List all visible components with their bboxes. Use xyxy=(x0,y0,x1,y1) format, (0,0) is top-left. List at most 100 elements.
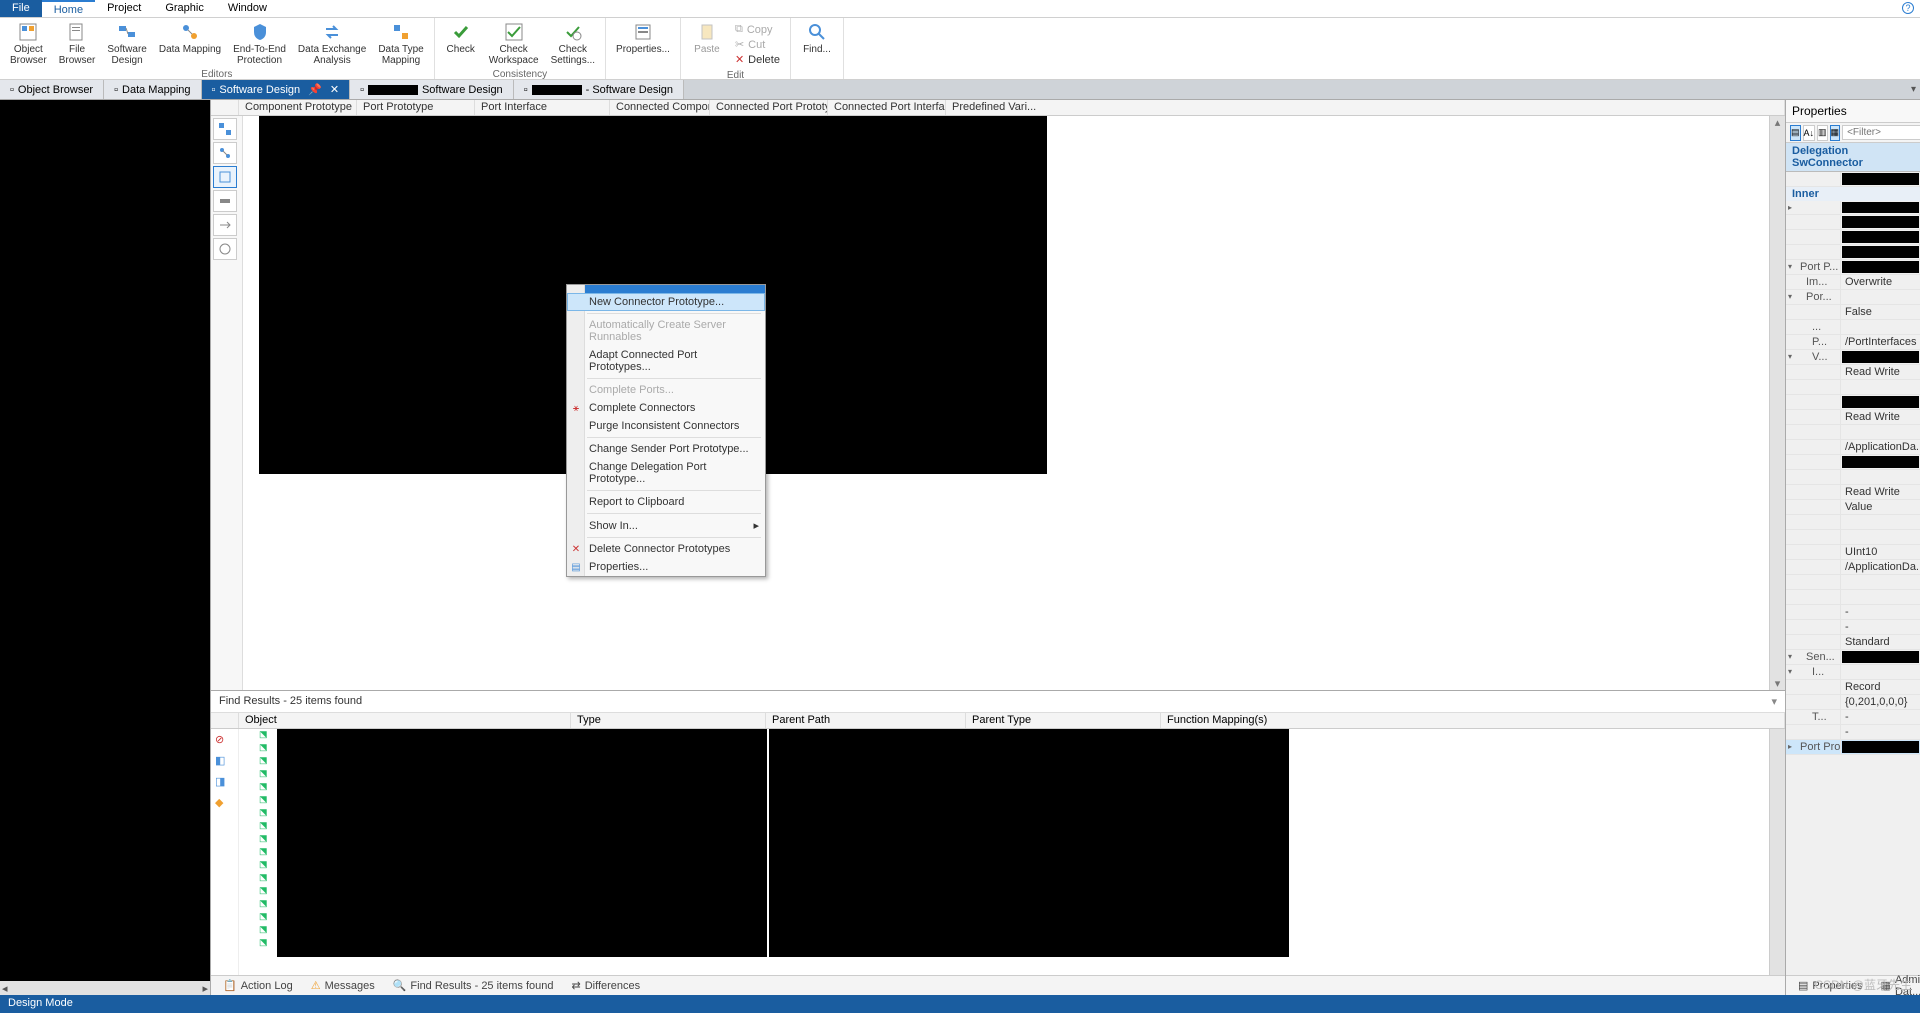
find-col-parent-path[interactable]: Parent Path xyxy=(766,713,966,728)
menu-file[interactable]: File xyxy=(0,0,42,17)
find-col-fn-mapping[interactable]: Function Mapping(s) xyxy=(1161,713,1785,728)
expand-icon[interactable]: ▾ xyxy=(1788,292,1792,301)
data-exchange-button[interactable]: Data Exchange Analysis xyxy=(292,20,372,68)
properties-grid[interactable]: Inner ▸ ▾Port P... Im...Overwrite ▾Por..… xyxy=(1786,172,1920,975)
prop-value[interactable]: - xyxy=(1841,725,1920,739)
prop-value[interactable] xyxy=(1841,515,1920,529)
scroll-left-icon[interactable]: ◂ xyxy=(2,982,8,995)
prop-value[interactable]: Standard xyxy=(1841,635,1920,649)
find-scrollbar-vertical[interactable] xyxy=(1769,729,1785,975)
tab-action-log[interactable]: 📋Action Log xyxy=(215,977,301,994)
tab-find-results[interactable]: 🔍Find Results - 25 items found xyxy=(385,977,562,994)
prop-value[interactable]: Overwrite xyxy=(1841,275,1920,289)
tool-btn-4[interactable] xyxy=(213,190,237,212)
expand-icon[interactable]: ▸ xyxy=(1788,203,1792,212)
menu-window[interactable]: Window xyxy=(216,0,279,17)
software-design-button[interactable]: Software Design xyxy=(101,20,152,68)
center-scrollbar-vertical[interactable]: ▴▾ xyxy=(1769,116,1785,690)
find-col-parent-type[interactable]: Parent Type xyxy=(966,713,1161,728)
prop-value[interactable] xyxy=(1841,575,1920,589)
filter-icon-2[interactable]: ◧ xyxy=(215,754,234,767)
prop-value[interactable]: UInt10 xyxy=(1841,545,1920,559)
tab-data-mapping[interactable]: ▫Data Mapping xyxy=(104,80,201,99)
prop-tb-4[interactable]: ▦ xyxy=(1830,125,1841,141)
end-to-end-button[interactable]: End-To-End Protection xyxy=(227,20,292,68)
cut-button[interactable]: ✂Cut xyxy=(733,37,782,52)
ctx-complete-connectors[interactable]: ⚹Complete Connectors xyxy=(567,399,765,417)
file-browser-button[interactable]: File Browser xyxy=(53,20,102,68)
expand-icon[interactable]: ▾ xyxy=(1788,652,1792,661)
prop-value[interactable]: Value xyxy=(1841,500,1920,514)
filter-icon-4[interactable]: ◆ xyxy=(215,796,234,809)
tabs-chevron-icon[interactable]: ▾ xyxy=(1911,84,1916,95)
tab-differences[interactable]: ⇄Differences xyxy=(563,977,648,994)
prop-value[interactable]: Read Write xyxy=(1841,365,1920,379)
prop-value[interactable] xyxy=(1841,590,1920,604)
left-scrollbar-horizontal[interactable]: ◂▸ xyxy=(0,981,210,995)
tool-btn-1[interactable] xyxy=(213,118,237,140)
menu-project[interactable]: Project xyxy=(95,0,153,17)
col-component-prototype[interactable]: Component Prototype xyxy=(239,100,357,115)
col-port-interface[interactable]: Port Interface xyxy=(475,100,610,115)
delete-button[interactable]: ✕Delete xyxy=(733,52,782,67)
prop-value[interactable]: Read Write xyxy=(1841,410,1920,424)
prop-value[interactable] xyxy=(1841,470,1920,484)
prop-value[interactable]: Read Write xyxy=(1841,485,1920,499)
prop-value[interactable]: False xyxy=(1841,305,1920,319)
scroll-right-icon[interactable]: ▸ xyxy=(202,982,208,995)
properties-filter-input[interactable] xyxy=(1842,125,1920,140)
tab-messages[interactable]: ⚠Messages xyxy=(303,977,383,994)
prop-value[interactable]: Record xyxy=(1841,680,1920,694)
find-button[interactable]: Find... xyxy=(795,20,839,57)
ctx-properties[interactable]: ▤Properties... xyxy=(567,558,765,576)
prop-value[interactable]: - xyxy=(1841,710,1920,724)
ctx-change-delegation-port[interactable]: Change Delegation Port Prototype... xyxy=(567,458,765,488)
ctx-purge-connectors[interactable]: Purge Inconsistent Connectors xyxy=(567,417,765,435)
prop-value[interactable]: {0,201,0,0,0} xyxy=(1841,695,1920,709)
tool-btn-6[interactable] xyxy=(213,238,237,260)
close-icon[interactable]: ✕ xyxy=(330,83,339,96)
check-settings-button[interactable]: Check Settings... xyxy=(545,20,601,68)
col-port-prototype[interactable]: Port Prototype xyxy=(357,100,475,115)
data-mapping-button[interactable]: Data Mapping xyxy=(153,20,227,57)
prop-tb-sort[interactable]: A↓ xyxy=(1803,125,1816,141)
filter-icon-1[interactable]: ⊘ xyxy=(215,733,234,746)
tab-software-design-2[interactable]: ▫Software Design xyxy=(350,80,514,99)
paste-button[interactable]: Paste xyxy=(685,20,729,57)
properties-button[interactable]: Properties... xyxy=(610,20,676,57)
col-connected-port-interface[interactable]: Connected Port Interface xyxy=(828,100,946,115)
prop-value[interactable]: /PortInterfaces xyxy=(1841,335,1920,349)
copy-button[interactable]: ⧉Copy xyxy=(733,22,782,37)
col-predefined-vari[interactable]: Predefined Vari... xyxy=(946,100,1785,115)
find-col-object[interactable]: Object xyxy=(239,713,571,728)
menu-graphic[interactable]: Graphic xyxy=(153,0,216,17)
filter-icon-3[interactable]: ◨ xyxy=(215,775,234,788)
data-type-mapping-button[interactable]: Data Type Mapping xyxy=(372,20,429,68)
find-panel-chevron-icon[interactable]: ▾ xyxy=(1771,695,1777,708)
ctx-new-connector-prototype[interactable]: New Connector Prototype... xyxy=(567,293,765,311)
pin-icon[interactable]: 📌 xyxy=(308,83,322,96)
col-connected-component[interactable]: Connected Component Pro... xyxy=(610,100,710,115)
ctx-report-clipboard[interactable]: Report to Clipboard xyxy=(567,493,765,511)
prop-value[interactable]: - xyxy=(1841,605,1920,619)
tab-software-design-3[interactable]: ▫- Software Design xyxy=(514,80,684,99)
prop-tb-3[interactable]: ▥ xyxy=(1817,125,1828,141)
menu-home[interactable]: Home xyxy=(42,0,95,17)
check-workspace-button[interactable]: Check Workspace xyxy=(483,20,545,68)
prop-value[interactable]: - xyxy=(1841,620,1920,634)
find-rows-area[interactable]: ⬔⬔⬔⬔⬔⬔⬔⬔⬔⬔⬔⬔⬔⬔⬔⬔⬔ xyxy=(239,729,1769,975)
object-browser-button[interactable]: Object Browser xyxy=(4,20,53,68)
tool-btn-5[interactable] xyxy=(213,214,237,236)
tool-btn-3[interactable] xyxy=(213,166,237,188)
prop-value[interactable] xyxy=(1841,380,1920,394)
tool-btn-2[interactable] xyxy=(213,142,237,164)
expand-icon[interactable]: ▾ xyxy=(1788,262,1792,271)
prop-value[interactable] xyxy=(1841,425,1920,439)
prop-value[interactable]: /ApplicationDa... xyxy=(1841,560,1920,574)
ctx-show-in[interactable]: Show In...▸ xyxy=(567,516,765,535)
design-canvas[interactable] xyxy=(243,116,1769,690)
check-button[interactable]: Check xyxy=(439,20,483,57)
ctx-change-sender-port[interactable]: Change Sender Port Prototype... xyxy=(567,440,765,458)
find-col-type[interactable]: Type xyxy=(571,713,766,728)
tab-software-design-active[interactable]: ▫Software Design📌✕ xyxy=(202,80,351,99)
